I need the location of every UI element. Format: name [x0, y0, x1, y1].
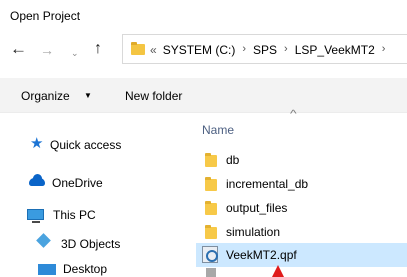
quartus-project-icon — [202, 246, 218, 263]
sidebar-item-onedrive[interactable]: OneDrive — [52, 176, 103, 190]
sidebar-item-3d-objects[interactable]: 3D Objects — [61, 237, 120, 251]
breadcrumb-overflow[interactable]: « — [150, 43, 157, 57]
sidebar-item-this-pc[interactable]: This PC — [53, 208, 96, 222]
chevron-right-icon[interactable]: › — [242, 43, 246, 57]
cloud-icon — [29, 174, 45, 186]
arrow-pointer-icon — [272, 265, 284, 277]
file-name: output_files — [226, 201, 288, 215]
window-title: Open Project — [10, 9, 81, 23]
forward-button[interactable]: → — [40, 43, 54, 57]
chevron-right-icon[interactable]: › — [382, 43, 386, 57]
folder-icon — [205, 177, 217, 191]
list-item[interactable]: output_files — [196, 196, 407, 220]
breadcrumb-system-c[interactable]: SYSTEM (C:) — [163, 43, 236, 57]
breadcrumb: « SYSTEM (C:) › SPS › LSP_VeekMT2 › — [150, 43, 392, 57]
desktop-icon — [38, 264, 56, 275]
cube-icon — [36, 233, 51, 248]
chevron-right-icon[interactable]: › — [284, 43, 288, 57]
back-button[interactable]: ← — [10, 40, 27, 57]
list-item[interactable]: incremental_db — [196, 172, 407, 196]
computer-stand — [32, 221, 40, 223]
file-name: incremental_db — [226, 177, 309, 191]
breadcrumb-lsp-veekmt2[interactable]: LSP_VeekMT2 — [295, 43, 375, 57]
organize-button[interactable]: Organize — [21, 89, 70, 103]
computer-icon — [27, 209, 44, 220]
new-folder-button[interactable]: New folder — [125, 89, 182, 103]
file-name: VeekMT2.qpf — [226, 248, 297, 262]
star-icon: ★ — [30, 135, 44, 152]
file-icon — [206, 268, 216, 277]
column-header-name[interactable]: Name — [202, 123, 234, 137]
list-item[interactable]: db — [196, 148, 407, 172]
breadcrumb-sps[interactable]: SPS — [253, 43, 277, 57]
sort-ascending-icon: ^ — [290, 109, 297, 120]
file-name: db — [226, 153, 240, 167]
sidebar-item-desktop[interactable]: Desktop — [63, 262, 107, 276]
up-button[interactable]: ↑ — [94, 41, 102, 57]
caret-down-icon[interactable]: ▼ — [84, 91, 92, 100]
list-item-selected[interactable]: VeekMT2.qpf — [196, 243, 407, 267]
folder-icon — [205, 225, 217, 239]
sidebar-item-quick-access[interactable]: Quick access — [50, 138, 121, 152]
file-name: simulation — [226, 225, 281, 239]
folder-icon — [131, 42, 145, 55]
folder-icon — [205, 153, 217, 167]
folder-icon — [205, 201, 217, 215]
recent-locations-button[interactable]: ⌄ — [71, 46, 79, 60]
list-item[interactable]: simulation — [196, 220, 407, 244]
